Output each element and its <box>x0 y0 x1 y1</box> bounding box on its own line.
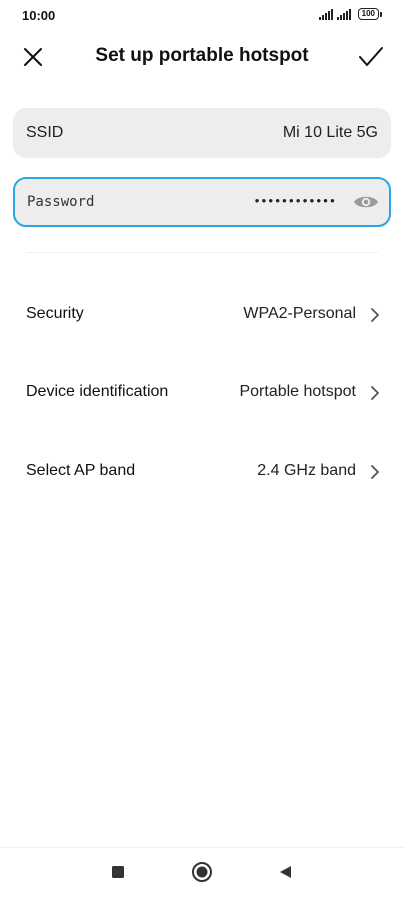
device-identification-label: Device identification <box>26 383 169 400</box>
chevron-right-icon <box>371 308 379 322</box>
signal-icon <box>336 8 351 20</box>
device-identification-value: Portable hotspot <box>239 383 356 400</box>
confirm-button[interactable] <box>354 40 388 74</box>
ssid-value[interactable]: Mi 10 Lite 5G <box>283 124 378 142</box>
password-label: Password <box>27 194 95 210</box>
password-field[interactable]: Password •••••••••••• <box>13 177 391 227</box>
square-icon <box>112 866 124 878</box>
ssid-field[interactable]: SSID Mi 10 Lite 5G <box>13 108 391 158</box>
status-icons: 100 <box>318 8 382 20</box>
password-value[interactable]: •••••••••••• <box>255 193 337 208</box>
navigation-bar <box>0 847 404 897</box>
security-label: Security <box>26 305 84 322</box>
home-circle-icon <box>192 862 212 882</box>
security-row[interactable]: Security WPA2-Personal <box>0 289 404 341</box>
signal-icon <box>318 8 333 20</box>
divider <box>26 252 378 253</box>
chevron-right-icon <box>371 386 379 400</box>
ap-band-row[interactable]: Select AP band 2.4 GHz band <box>0 446 404 498</box>
security-value: WPA2-Personal <box>243 305 356 322</box>
ssid-label: SSID <box>26 124 64 141</box>
ap-band-label: Select AP band <box>26 462 136 479</box>
ap-band-value: 2.4 GHz band <box>257 462 356 479</box>
app-bar: Set up portable hotspot <box>0 34 404 80</box>
back-triangle-icon <box>279 866 291 878</box>
back-button[interactable] <box>273 860 297 884</box>
status-time: 10:00 <box>22 8 56 23</box>
page-title: Set up portable hotspot <box>95 45 309 66</box>
device-identification-row[interactable]: Device identification Portable hotspot <box>0 367 404 419</box>
eye-icon[interactable] <box>353 193 379 211</box>
check-icon <box>359 47 383 66</box>
status-bar: 10:00 100 <box>0 0 404 32</box>
recent-apps-button[interactable] <box>106 860 130 884</box>
chevron-right-icon <box>371 465 379 479</box>
battery-level: 100 <box>357 8 379 20</box>
home-button[interactable] <box>190 860 214 884</box>
battery-icon: 100 <box>357 8 382 20</box>
